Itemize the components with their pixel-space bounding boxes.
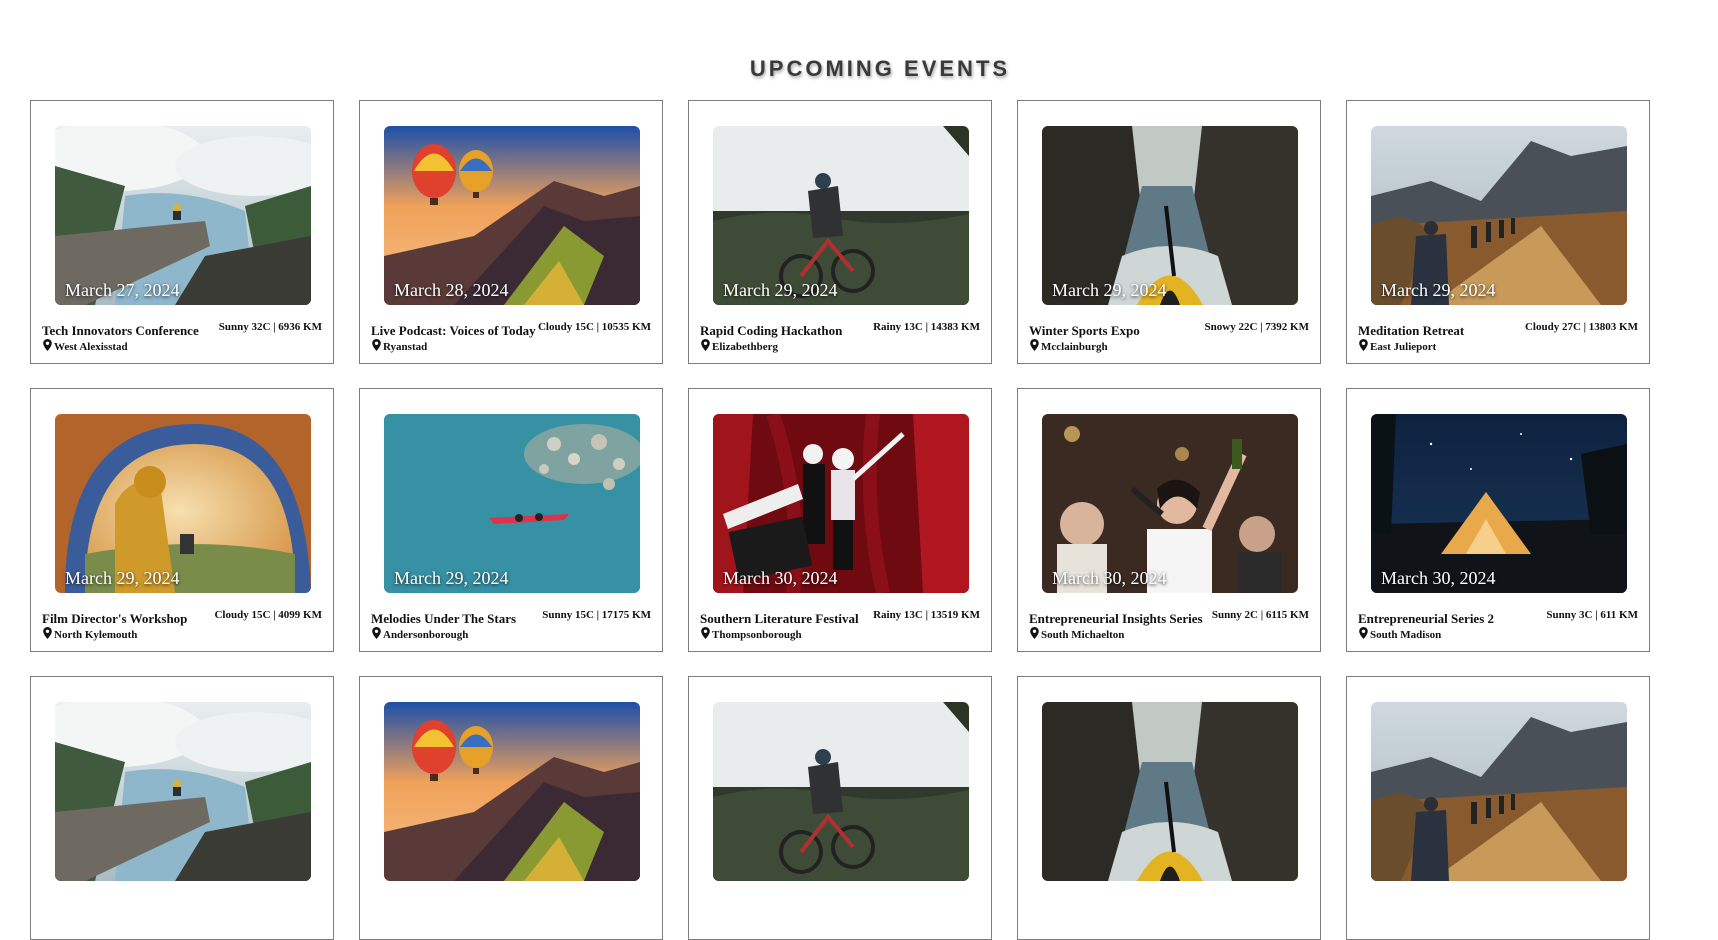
event-title[interactable]: Entrepreneurial Insights Series xyxy=(1029,611,1203,627)
map-pin-icon xyxy=(701,627,710,642)
event-weather-distance: Rainy 13C | 14383 KM xyxy=(873,321,980,333)
event-location: Andersonborough xyxy=(372,627,468,642)
event-location: East Julieport xyxy=(1359,339,1436,354)
event-location-name: Andersonborough xyxy=(383,628,469,641)
event-title[interactable]: Meditation Retreat xyxy=(1358,323,1464,339)
event-card[interactable] xyxy=(1346,676,1650,940)
event-title[interactable]: Live Podcast: Voices of Today xyxy=(371,323,536,339)
map-pin-icon xyxy=(1030,339,1039,354)
event-title[interactable]: Rapid Coding Hackathon xyxy=(700,323,842,339)
event-card[interactable]: March 27, 2024 Tech Innovators Conference… xyxy=(30,100,334,364)
event-location: North Kylemouth xyxy=(43,627,137,642)
event-date: March 29, 2024 xyxy=(394,568,509,588)
event-date: March 29, 2024 xyxy=(65,568,180,588)
map-pin-icon xyxy=(43,339,52,354)
event-location-name: North Kylemouth xyxy=(54,628,138,641)
event-image[interactable]: March 30, 2024 xyxy=(713,414,969,593)
event-location-name: Ryanstad xyxy=(383,340,428,353)
event-date: March 30, 2024 xyxy=(1381,568,1496,588)
event-location: West Alexisstad xyxy=(43,339,128,354)
event-image[interactable]: March 28, 2024 xyxy=(384,126,640,305)
event-location-name: Thompsonborough xyxy=(712,628,802,641)
page-title: UPCOMING EVENTS xyxy=(749,56,1011,81)
event-weather-distance: Sunny 15C | 17175 KM xyxy=(542,609,651,621)
event-date: March 29, 2024 xyxy=(723,280,838,300)
event-card[interactable] xyxy=(1017,676,1321,940)
event-location: Ryanstad xyxy=(372,339,427,354)
event-location: South Madison xyxy=(1359,627,1441,642)
event-location-name: South Madison xyxy=(1370,628,1442,641)
event-image[interactable] xyxy=(1042,702,1298,881)
event-weather-distance: Cloudy 15C | 4099 KM xyxy=(214,609,322,621)
event-weather-distance: Snowy 22C | 7392 KM xyxy=(1204,321,1309,333)
event-location-name: West Alexisstad xyxy=(54,340,128,353)
event-card[interactable] xyxy=(30,676,334,940)
event-date: March 29, 2024 xyxy=(1381,280,1496,300)
event-weather-distance: Sunny 2C | 6115 KM xyxy=(1211,609,1309,621)
event-card[interactable]: March 29, 2024 Meditation Retreat Cloudy 2… xyxy=(1346,100,1650,364)
event-title[interactable]: Entrepreneurial Series 2 xyxy=(1358,611,1494,627)
event-image[interactable]: March 29, 2024 xyxy=(713,126,969,305)
event-card[interactable]: March 29, 2024 Rapid Coding Hackathon Rain… xyxy=(688,100,992,364)
event-weather-distance: Cloudy 27C | 13803 KM xyxy=(1524,321,1638,333)
event-location: Thompsonborough xyxy=(701,627,802,642)
event-title[interactable]: Film Director's Workshop xyxy=(42,611,187,627)
event-title[interactable]: Southern Literature Festival xyxy=(700,611,859,627)
event-image[interactable] xyxy=(713,702,969,881)
event-image[interactable] xyxy=(384,702,640,881)
event-card[interactable] xyxy=(359,676,663,940)
event-card[interactable]: March 29, 2024 Melodies Under The Stars Su… xyxy=(359,388,663,652)
map-pin-icon xyxy=(372,339,381,354)
map-pin-icon xyxy=(1359,627,1368,642)
event-location-name: East Julieport xyxy=(1370,340,1437,353)
event-image[interactable]: March 29, 2024 xyxy=(384,414,640,593)
event-image[interactable]: March 30, 2024 xyxy=(1371,414,1627,593)
event-location: Mcclainburgh xyxy=(1030,339,1108,354)
event-weather-distance: Sunny 32C | 6936 KM xyxy=(218,321,322,333)
event-title[interactable]: Melodies Under The Stars xyxy=(371,611,516,627)
event-title[interactable]: Tech Innovators Conference xyxy=(42,323,199,339)
event-location: South Michaelton xyxy=(1030,627,1124,642)
event-image[interactable] xyxy=(55,702,311,881)
event-image[interactable] xyxy=(1371,702,1627,881)
event-card[interactable]: March 30, 2024 Southern Literature Festiv… xyxy=(688,388,992,652)
map-pin-icon xyxy=(701,339,710,354)
event-date: March 30, 2024 xyxy=(1052,568,1167,588)
event-weather-distance: Rainy 13C | 13519 KM xyxy=(873,609,980,621)
event-location-name: Mcclainburgh xyxy=(1041,340,1108,353)
event-location: Elizabethberg xyxy=(701,339,778,354)
event-weather-distance: Sunny 3C | 611 KM xyxy=(1546,609,1638,621)
event-date: March 27, 2024 xyxy=(65,280,180,300)
event-image[interactable]: March 29, 2024 xyxy=(1371,126,1627,305)
event-card[interactable] xyxy=(688,676,992,940)
event-weather-distance: Cloudy 15C | 10535 KM xyxy=(537,321,651,333)
event-card[interactable]: March 30, 2024 Entrepreneurial Series 2 Su… xyxy=(1346,388,1650,652)
event-date: March 29, 2024 xyxy=(1052,280,1167,300)
event-location-name: Elizabethberg xyxy=(712,340,778,353)
event-card[interactable]: March 30, 2024 Entrepreneurial Insights S… xyxy=(1017,388,1321,652)
event-image[interactable]: March 27, 2024 xyxy=(55,126,311,305)
map-pin-icon xyxy=(372,627,381,642)
event-date: March 30, 2024 xyxy=(723,568,838,588)
event-title[interactable]: Winter Sports Expo xyxy=(1029,323,1140,339)
event-date: March 28, 2024 xyxy=(394,280,509,300)
event-location-name: South Michaelton xyxy=(1041,628,1125,641)
map-pin-icon xyxy=(1030,627,1039,642)
event-card[interactable]: March 28, 2024 Live Podcast: Voices of To… xyxy=(359,100,663,364)
map-pin-icon xyxy=(1359,339,1368,354)
event-card[interactable]: March 29, 2024 Film Director's Workshop Cl… xyxy=(30,388,334,652)
event-image[interactable]: March 29, 2024 xyxy=(55,414,311,593)
event-image[interactable]: March 29, 2024 xyxy=(1042,126,1298,305)
event-image[interactable]: March 30, 2024 xyxy=(1042,414,1298,593)
event-card[interactable]: March 29, 2024 Winter Sports Expo Snowy 22… xyxy=(1017,100,1321,364)
map-pin-icon xyxy=(43,627,52,642)
